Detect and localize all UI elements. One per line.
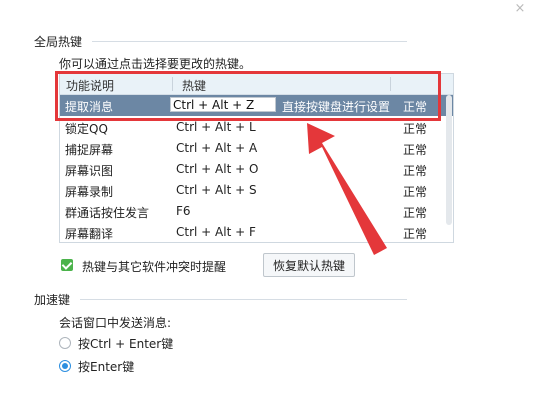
conflict-alert-label: 热键与其它软件冲突时提醒 xyxy=(82,260,227,274)
section-divider xyxy=(80,299,407,300)
radio-ctrl-enter[interactable] xyxy=(59,337,71,349)
radio-enter[interactable] xyxy=(59,360,71,372)
send-message-label: 会话窗口中发送消息: xyxy=(59,316,172,330)
radio-enter-label: 按Enter键 xyxy=(78,360,135,374)
restore-default-hotkeys-button[interactable]: 恢复默认热键 xyxy=(263,253,355,277)
conflict-alert-checkbox[interactable] xyxy=(61,259,73,271)
annotation-arrow-icon xyxy=(307,123,387,255)
section-title-shortcut-keys: 加速键 xyxy=(34,293,71,307)
radio-ctrl-enter-label: 按Ctrl + Enter键 xyxy=(78,337,174,351)
